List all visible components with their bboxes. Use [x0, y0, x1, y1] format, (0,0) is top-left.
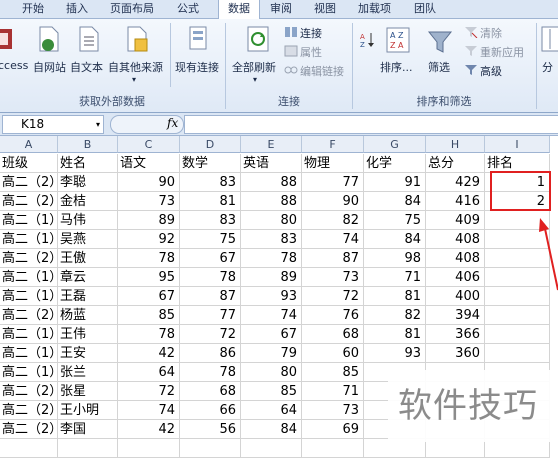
- red-arrow: [543, 223, 558, 291]
- watermark-text: 软件技巧: [398, 386, 538, 426]
- watermark: 软件技巧: [388, 370, 558, 442]
- red-arrow-head: [539, 218, 549, 232]
- rank-highlight-box: [490, 171, 551, 211]
